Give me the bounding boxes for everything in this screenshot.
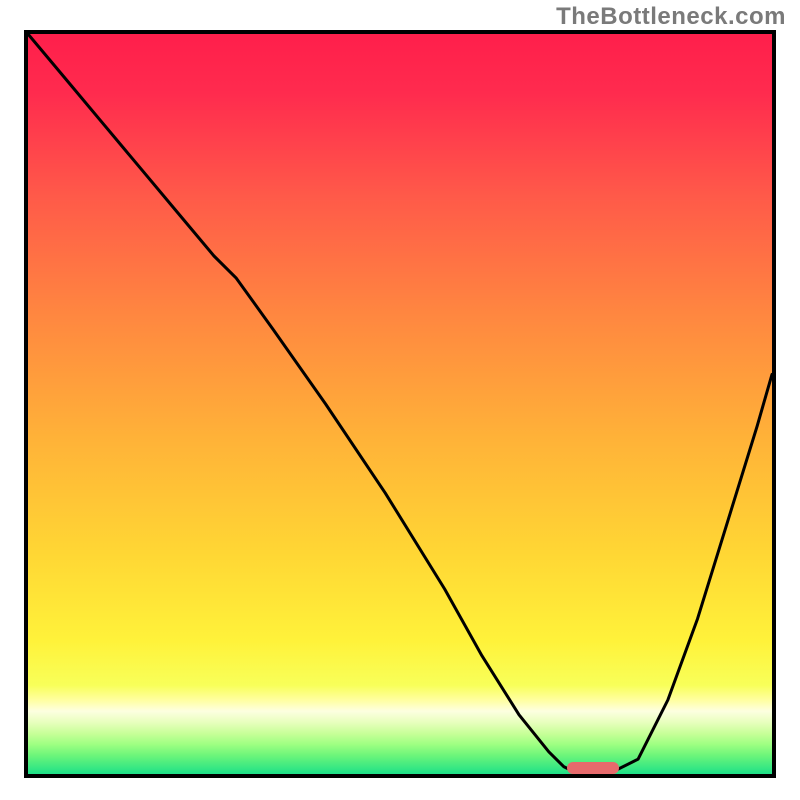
- bottleneck-curve: [28, 34, 772, 774]
- plot-area: [24, 30, 776, 778]
- optimal-range-marker: [567, 762, 619, 774]
- watermark-text: TheBottleneck.com: [556, 3, 786, 31]
- chart-container: TheBottleneck.com: [0, 0, 800, 800]
